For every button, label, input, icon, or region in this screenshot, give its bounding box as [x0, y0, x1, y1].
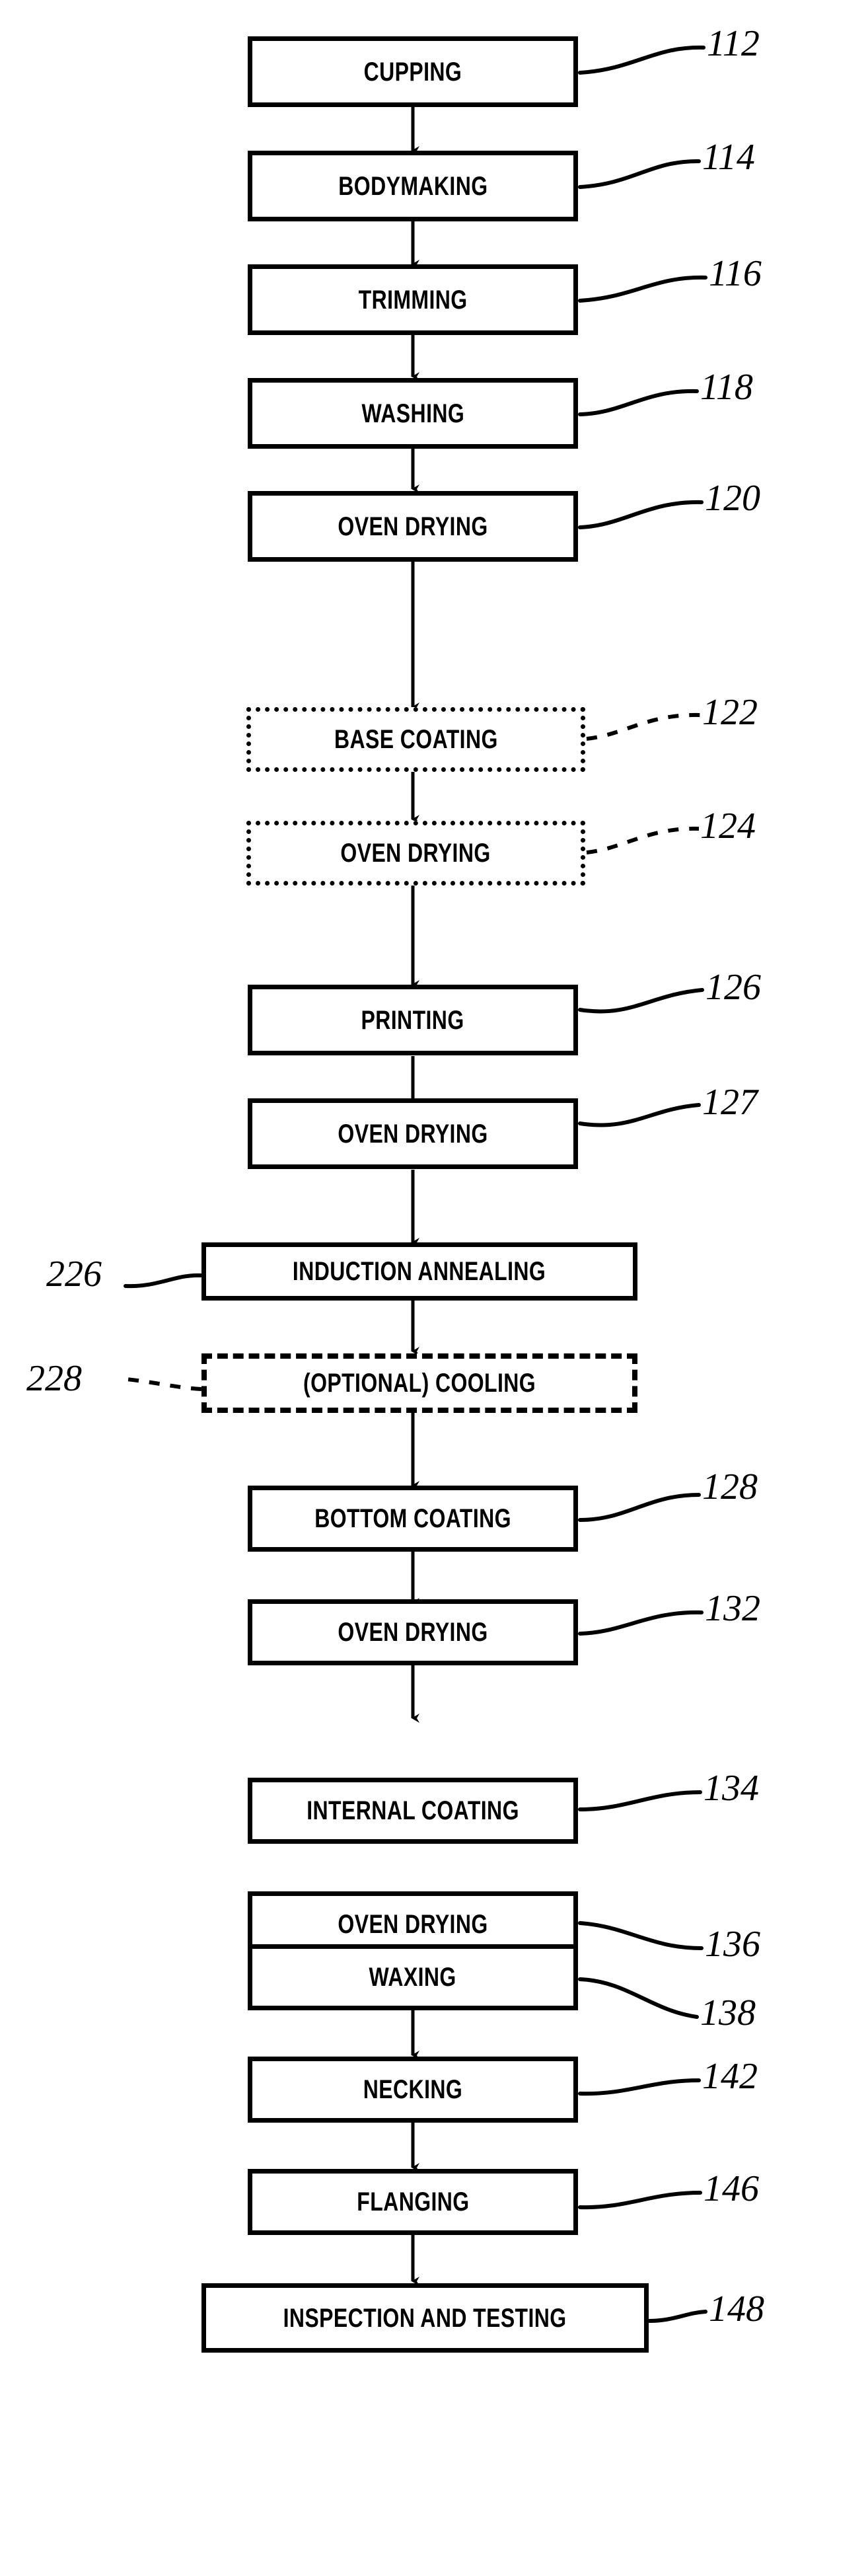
process-label: OVEN DRYING — [340, 839, 491, 868]
process-box-bodymaking[interactable]: BODYMAKING — [248, 151, 578, 221]
process-label: TRIMMING — [358, 285, 468, 315]
ref-number-112: 112 — [707, 23, 760, 64]
ref-number-132: 132 — [705, 1588, 760, 1629]
process-box-trimming[interactable]: TRIMMING — [248, 264, 578, 335]
process-label: NECKING — [363, 2075, 463, 2104]
process-label: OVEN DRYING — [338, 1910, 488, 1939]
ref-number-134: 134 — [704, 1768, 759, 1809]
process-box-flanging[interactable]: FLANGING — [248, 2169, 578, 2235]
ref-number-118: 118 — [700, 367, 753, 408]
process-box-base-coating[interactable]: BASE COATING — [246, 707, 585, 772]
ref-number-127: 127 — [702, 1082, 758, 1123]
ref-number-122: 122 — [702, 692, 758, 733]
leader-128 — [578, 1493, 701, 1522]
process-label: CUPPING — [363, 57, 462, 87]
process-label: PRINTING — [361, 1005, 465, 1035]
process-label: INTERNAL COATING — [307, 1796, 519, 1825]
process-box-washing[interactable]: WASHING — [248, 378, 578, 449]
process-label: BASE COATING — [334, 725, 498, 754]
ref-number-126: 126 — [705, 967, 761, 1008]
process-box-oven-drying-127[interactable]: OVEN DRYING — [248, 1098, 578, 1169]
process-label: INSPECTION AND TESTING — [283, 2303, 567, 2333]
leader-122 — [586, 712, 701, 741]
process-label: BOTTOM COATING — [314, 1504, 511, 1533]
ref-number-124: 124 — [700, 806, 756, 847]
process-label: FLANGING — [356, 2187, 470, 2216]
flowchart-canvas: CUPPING 112 BODYMAKING 114 TRIMMING 116 … — [0, 0, 868, 2576]
ref-number-128: 128 — [702, 1466, 758, 1507]
leader-120 — [578, 500, 704, 529]
leader-138 — [578, 1977, 699, 2019]
leader-148 — [647, 2310, 707, 2323]
process-box-printing[interactable]: PRINTING — [248, 985, 578, 1055]
leader-228 — [118, 1377, 202, 1391]
leader-114 — [578, 159, 701, 189]
process-box-internal-coating[interactable]: INTERNAL COATING — [248, 1778, 578, 1844]
ref-number-114: 114 — [702, 137, 755, 178]
ref-number-138: 138 — [700, 1992, 756, 2033]
process-label: OVEN DRYING — [338, 1618, 488, 1647]
leader-146 — [578, 2191, 702, 2210]
ref-number-148: 148 — [709, 2289, 764, 2330]
leader-112 — [578, 45, 705, 75]
process-box-inspection-and-testing[interactable]: INSPECTION AND TESTING — [201, 2283, 649, 2353]
process-label: BODYMAKING — [338, 171, 488, 201]
process-box-oven-drying-124[interactable]: OVEN DRYING — [246, 821, 585, 886]
process-box-oven-drying-132[interactable]: OVEN DRYING — [248, 1599, 578, 1665]
leader-134 — [578, 1790, 702, 1811]
leader-124 — [586, 826, 700, 854]
leader-132 — [578, 1610, 704, 1636]
process-label: INDUCTION ANNEALING — [293, 1257, 546, 1286]
process-box-bottom-coating[interactable]: BOTTOM COATING — [248, 1486, 578, 1552]
ref-number-142: 142 — [702, 2056, 758, 2097]
ref-number-120: 120 — [705, 478, 760, 519]
process-label: OVEN DRYING — [338, 1119, 488, 1149]
process-box-optional-cooling[interactable]: (OPTIONAL) COOLING — [201, 1353, 637, 1413]
process-box-oven-drying-120[interactable]: OVEN DRYING — [248, 491, 578, 562]
process-box-induction-annealing[interactable]: INDUCTION ANNEALING — [201, 1242, 637, 1301]
process-box-necking[interactable]: NECKING — [248, 2057, 578, 2123]
process-label: (OPTIONAL) COOLING — [303, 1369, 536, 1398]
leader-226 — [124, 1273, 203, 1289]
leader-116 — [578, 275, 707, 303]
leader-142 — [578, 2078, 701, 2096]
ref-number-226: 226 — [46, 1254, 102, 1295]
process-label: WAXING — [369, 1963, 457, 1992]
leader-118 — [578, 389, 699, 416]
ref-number-116: 116 — [709, 253, 762, 294]
ref-number-228: 228 — [26, 1358, 82, 1399]
ref-number-136: 136 — [705, 1924, 760, 1965]
ref-number-146: 146 — [704, 2168, 759, 2209]
process-box-waxing[interactable]: WAXING — [248, 1944, 578, 2010]
leader-127 — [578, 1103, 701, 1127]
process-label: OVEN DRYING — [338, 511, 488, 541]
process-label: WASHING — [361, 398, 464, 428]
process-box-cupping[interactable]: CUPPING — [248, 36, 578, 107]
leader-126 — [578, 988, 704, 1014]
leader-136 — [578, 1921, 704, 1950]
